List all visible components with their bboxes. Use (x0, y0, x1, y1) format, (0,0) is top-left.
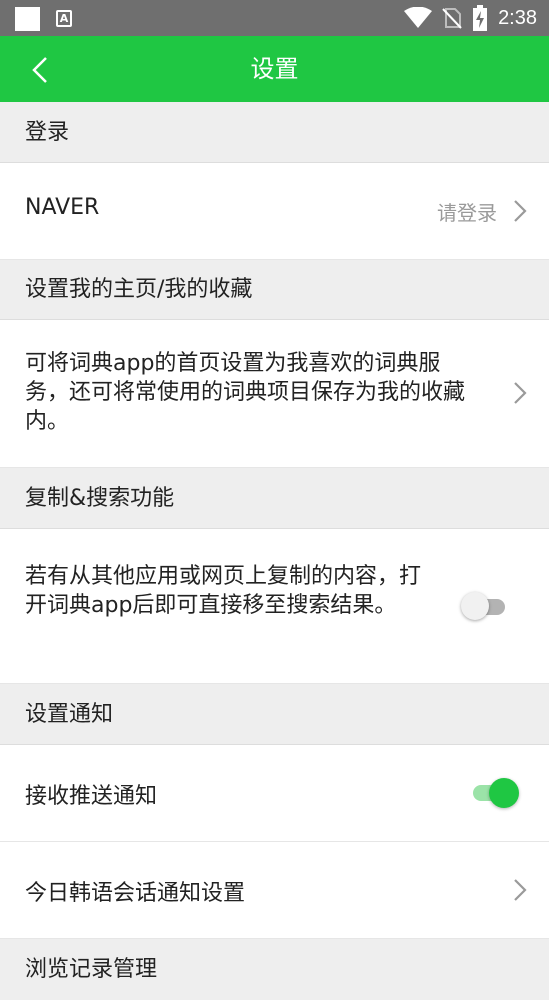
push-notification-toggle[interactable] (471, 778, 519, 808)
push-notification-label: 接收推送通知 (25, 784, 158, 809)
copy-search-toggle[interactable] (461, 592, 509, 620)
section-title: 复制&搜索功能 (25, 486, 175, 511)
korean-conversation-label: 今日韩语会话通知设置 (25, 881, 246, 906)
section-homepage-header: 设置我的主页/我的收藏 (0, 260, 549, 320)
section-login-header: 登录 (0, 102, 549, 163)
app-bar: 设置 (0, 36, 549, 102)
status-time: 2:38 (498, 6, 537, 29)
wifi-icon (404, 7, 433, 28)
homepage-settings-row[interactable]: 可将词典app的首页设置为我喜欢的词典服务，还可将常使用的词典项目保存为我的收藏… (0, 320, 549, 468)
login-status: 请登录 (437, 201, 497, 225)
notification-square-icon (15, 7, 40, 31)
status-bar-right: 2:38 (404, 0, 537, 36)
toggle-knob (461, 592, 489, 620)
status-bar: A 2:38 (0, 0, 549, 36)
copy-search-description: 若有从其他应用或网页上复制的内容，打开词典app后即可直接移至搜索结果。 (25, 564, 422, 618)
back-button[interactable] (20, 50, 60, 90)
page-title: 设置 (250, 55, 299, 83)
chevron-right-icon (514, 879, 527, 901)
toggle-knob (489, 778, 519, 808)
section-notifications-header: 设置通知 (0, 684, 549, 745)
a-icon: A (56, 10, 72, 27)
korean-conversation-row[interactable]: 今日韩语会话通知设置 (0, 842, 549, 939)
section-copy-search-header: 复制&搜索功能 (0, 468, 549, 529)
section-title: 设置通知 (25, 702, 114, 727)
section-title: 浏览记录管理 (25, 957, 158, 982)
naver-label: NAVER (25, 195, 100, 220)
naver-login-row[interactable]: NAVER 请登录 (0, 163, 549, 260)
battery-charging-icon (473, 5, 488, 31)
copy-search-row: 若有从其他应用或网页上复制的内容，打开词典app后即可直接移至搜索结果。 (0, 529, 549, 684)
homepage-description: 可将词典app的首页设置为我喜欢的词典服务，还可将常使用的词典项目保存为我的收藏… (25, 351, 466, 434)
chevron-right-icon (514, 382, 527, 404)
section-title: 设置我的主页/我的收藏 (25, 277, 253, 302)
no-sim-icon (442, 8, 462, 29)
section-history-header: 浏览记录管理 (0, 939, 549, 1000)
push-notification-row: 接收推送通知 (0, 745, 549, 842)
chevron-left-icon (32, 57, 47, 83)
chevron-right-icon (514, 200, 527, 222)
section-title: 登录 (25, 120, 70, 145)
